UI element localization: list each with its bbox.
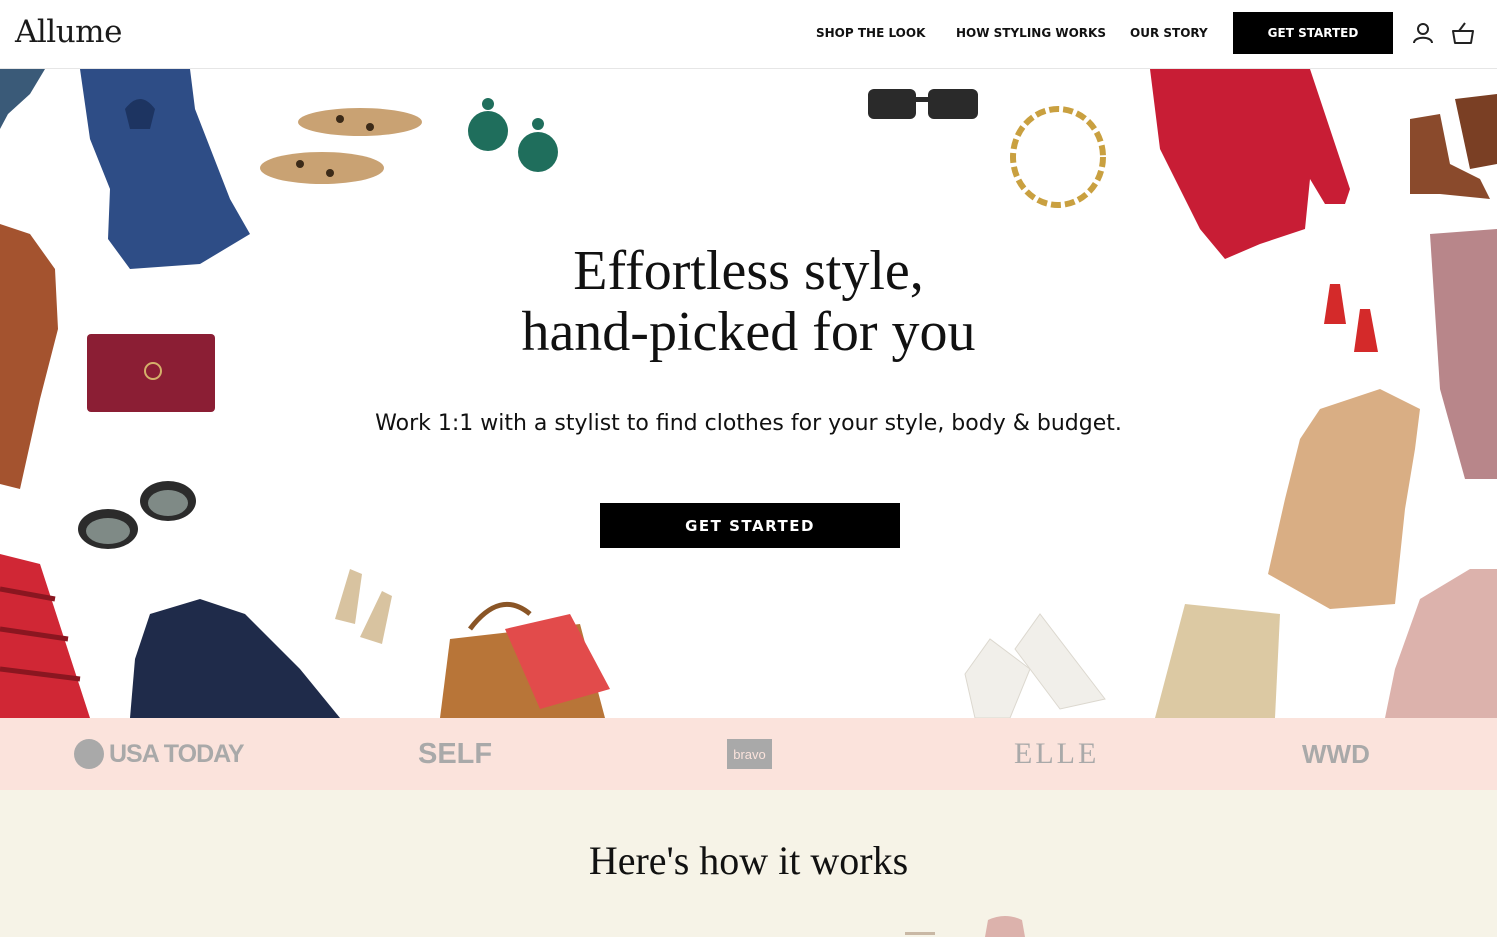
self-logo: SELF xyxy=(418,737,493,770)
nav-shop-the-look[interactable]: SHOP THE LOOK xyxy=(816,26,925,40)
hero-section: Effortless style, hand-picked for you Wo… xyxy=(0,69,1497,718)
nav-our-story[interactable]: OUR STORY xyxy=(1130,26,1208,40)
denim-item-image xyxy=(0,69,45,129)
bravo-logo: bravo xyxy=(727,718,772,790)
sunglasses-image xyxy=(868,89,916,119)
beige-trousers-image xyxy=(1155,604,1280,718)
hero-get-started-button[interactable]: GET STARTED xyxy=(600,503,900,548)
cream-earrings-image xyxy=(335,569,362,624)
basket-icon[interactable] xyxy=(1450,20,1476,46)
press-logos-band: USA TODAY SELF bravo ELLE WWD xyxy=(0,718,1497,790)
site-header: Allume SHOP THE LOOK HOW STYLING WORKS O… xyxy=(0,0,1497,69)
gold-necklace-image xyxy=(1010,106,1106,208)
blue-top-image xyxy=(80,69,250,269)
elle-logo: ELLE xyxy=(1014,737,1100,770)
account-icon[interactable] xyxy=(1410,20,1436,46)
clothing-collage xyxy=(0,69,1497,718)
nav-how-styling-works[interactable]: HOW STYLING WORKS xyxy=(956,26,1106,40)
header-get-started-button[interactable]: GET STARTED xyxy=(1233,12,1393,54)
hero-title-line1: Effortless style, xyxy=(573,240,924,302)
bravo-label: bravo xyxy=(727,739,772,769)
green-earrings-image xyxy=(468,111,508,151)
hero-subtitle: Work 1:1 with a stylist to find clothes … xyxy=(375,411,1122,436)
hero-title-line2: hand-picked for you xyxy=(521,301,976,363)
navy-blazer-image xyxy=(130,599,340,718)
wwd-logo: WWD xyxy=(1302,738,1370,769)
usa-today-logo: USA TODAY xyxy=(73,718,245,790)
how-it-works-title: Here's how it works xyxy=(588,838,909,883)
brand-logo[interactable]: Allume xyxy=(15,14,122,50)
leopard-flats-image xyxy=(298,108,422,136)
pink-sweater-image xyxy=(1385,569,1497,718)
usa-today-label: USA TODAY xyxy=(109,739,245,768)
red-blazer-image xyxy=(1150,69,1350,259)
hero-title: Effortless style, hand-picked for you xyxy=(0,241,1497,363)
sweater-preview-image xyxy=(905,916,1025,937)
how-it-works-section: Here's how it works xyxy=(0,790,1497,937)
usa-today-circle-icon xyxy=(74,739,104,769)
